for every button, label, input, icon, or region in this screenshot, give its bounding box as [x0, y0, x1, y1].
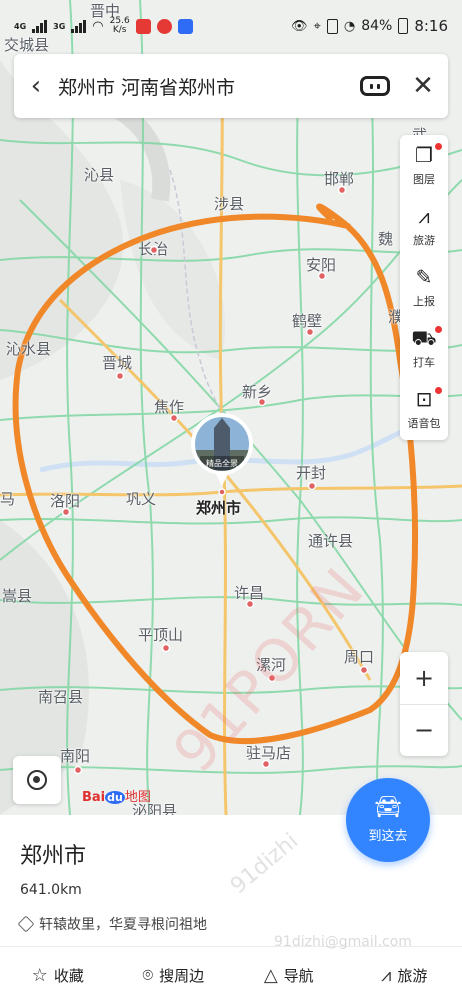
tool-label: 图层	[413, 173, 435, 186]
travel-button[interactable]: ⩘ 旅游	[347, 955, 462, 995]
tool-label: 打车	[413, 356, 435, 369]
phone-icon	[326, 18, 338, 34]
watermark-email: 91dizhi@gmail.com	[274, 934, 412, 950]
baidu-app-icon	[177, 18, 193, 34]
place-distance: 641.0km	[20, 882, 82, 898]
layers-icon: ❐	[415, 143, 433, 167]
tool-taxi[interactable]: ⛟ 打车	[400, 318, 448, 379]
tool-report[interactable]: ✎ 上报	[400, 257, 448, 318]
location-icon: ⌖	[313, 18, 321, 34]
right-toolbar: ❐ 图层 ⩘ 旅游 ✎ 上报 ⛟ 打车 ⊡ 语音包	[400, 135, 448, 440]
close-icon[interactable]: ✕	[398, 54, 448, 118]
network-type-2: 3G	[53, 21, 66, 31]
notification-dot	[435, 326, 442, 333]
taxi-icon: ⛟	[411, 326, 437, 350]
tool-label: 旅游	[413, 234, 435, 247]
clock: 8:16	[414, 17, 448, 35]
network-speed: 25.6 K/s	[109, 16, 130, 35]
navigation-button[interactable]: △ 导航	[231, 955, 347, 995]
place-title: 郑州市	[20, 844, 87, 869]
notification-dot	[435, 143, 442, 150]
photo-label: 精品全景	[206, 459, 238, 468]
locate-button[interactable]	[13, 756, 61, 804]
eye-icon: 👁	[291, 18, 308, 34]
zoom-in-button[interactable]: +	[400, 652, 448, 705]
notification-dot	[435, 387, 442, 394]
center-city-label: 郑州市	[196, 499, 242, 517]
robot-icon[interactable]	[352, 54, 398, 118]
tool-layers[interactable]: ❐ 图层	[400, 135, 448, 196]
chevron-left-icon[interactable]: ‹	[14, 54, 58, 118]
crosshair-icon	[27, 770, 47, 790]
mic-app-icon	[135, 18, 151, 34]
action-bar: ☆ 收藏 ⌾ 搜周边 △ 导航 ⩘ 旅游	[0, 955, 462, 995]
tool-label: 语音包	[407, 417, 441, 430]
travel-icon: ⩘	[418, 204, 430, 228]
place-description: 轩辕故里，华夏寻根问祖地	[17, 914, 207, 934]
tool-travel[interactable]: ⩘ 旅游	[400, 196, 448, 257]
favorite-button[interactable]: ☆ 收藏	[0, 955, 116, 995]
battery-icon	[398, 18, 409, 34]
network-type: 4G	[14, 21, 27, 31]
wifi-icon: ◠	[92, 18, 104, 34]
report-icon: ✎	[415, 265, 433, 289]
search-title[interactable]: 郑州市 河南省郑州市	[58, 73, 352, 100]
tool-label: 上报	[413, 295, 435, 308]
tool-voice-pack[interactable]: ⊡ 语音包	[400, 379, 448, 440]
car-icon: 🚘︎	[374, 794, 402, 820]
search-bar[interactable]: ‹ 郑州市 河南省郑州市 ✕	[14, 54, 448, 118]
go-here-button[interactable]: 🚘︎ 到这去	[346, 778, 430, 862]
weibo-app-icon	[156, 18, 172, 34]
signal-icon-2	[71, 19, 87, 33]
signal-icon	[32, 19, 48, 33]
speedometer-icon: ◔	[343, 18, 356, 34]
baidu-map-logo: Bai du 地图	[82, 790, 151, 805]
battery-percent: 84%	[361, 18, 393, 34]
star-icon: ☆	[31, 964, 48, 986]
travel-icon: ⩘	[381, 964, 392, 986]
status-bar: 4G 3G ◠ 25.6 K/s 👁 ⌖ ◔ 84% 8:16	[0, 0, 462, 52]
zoom-out-button[interactable]: −	[400, 705, 448, 757]
tag-icon	[17, 915, 35, 933]
navigation-icon: △	[263, 964, 278, 986]
zoom-control: + −	[400, 652, 448, 756]
go-here-label: 到这去	[368, 828, 408, 844]
location-pin-icon: ⌾	[142, 964, 154, 986]
search-nearby-button[interactable]: ⌾ 搜周边	[116, 955, 232, 995]
voice-pack-icon: ⊡	[415, 387, 433, 411]
